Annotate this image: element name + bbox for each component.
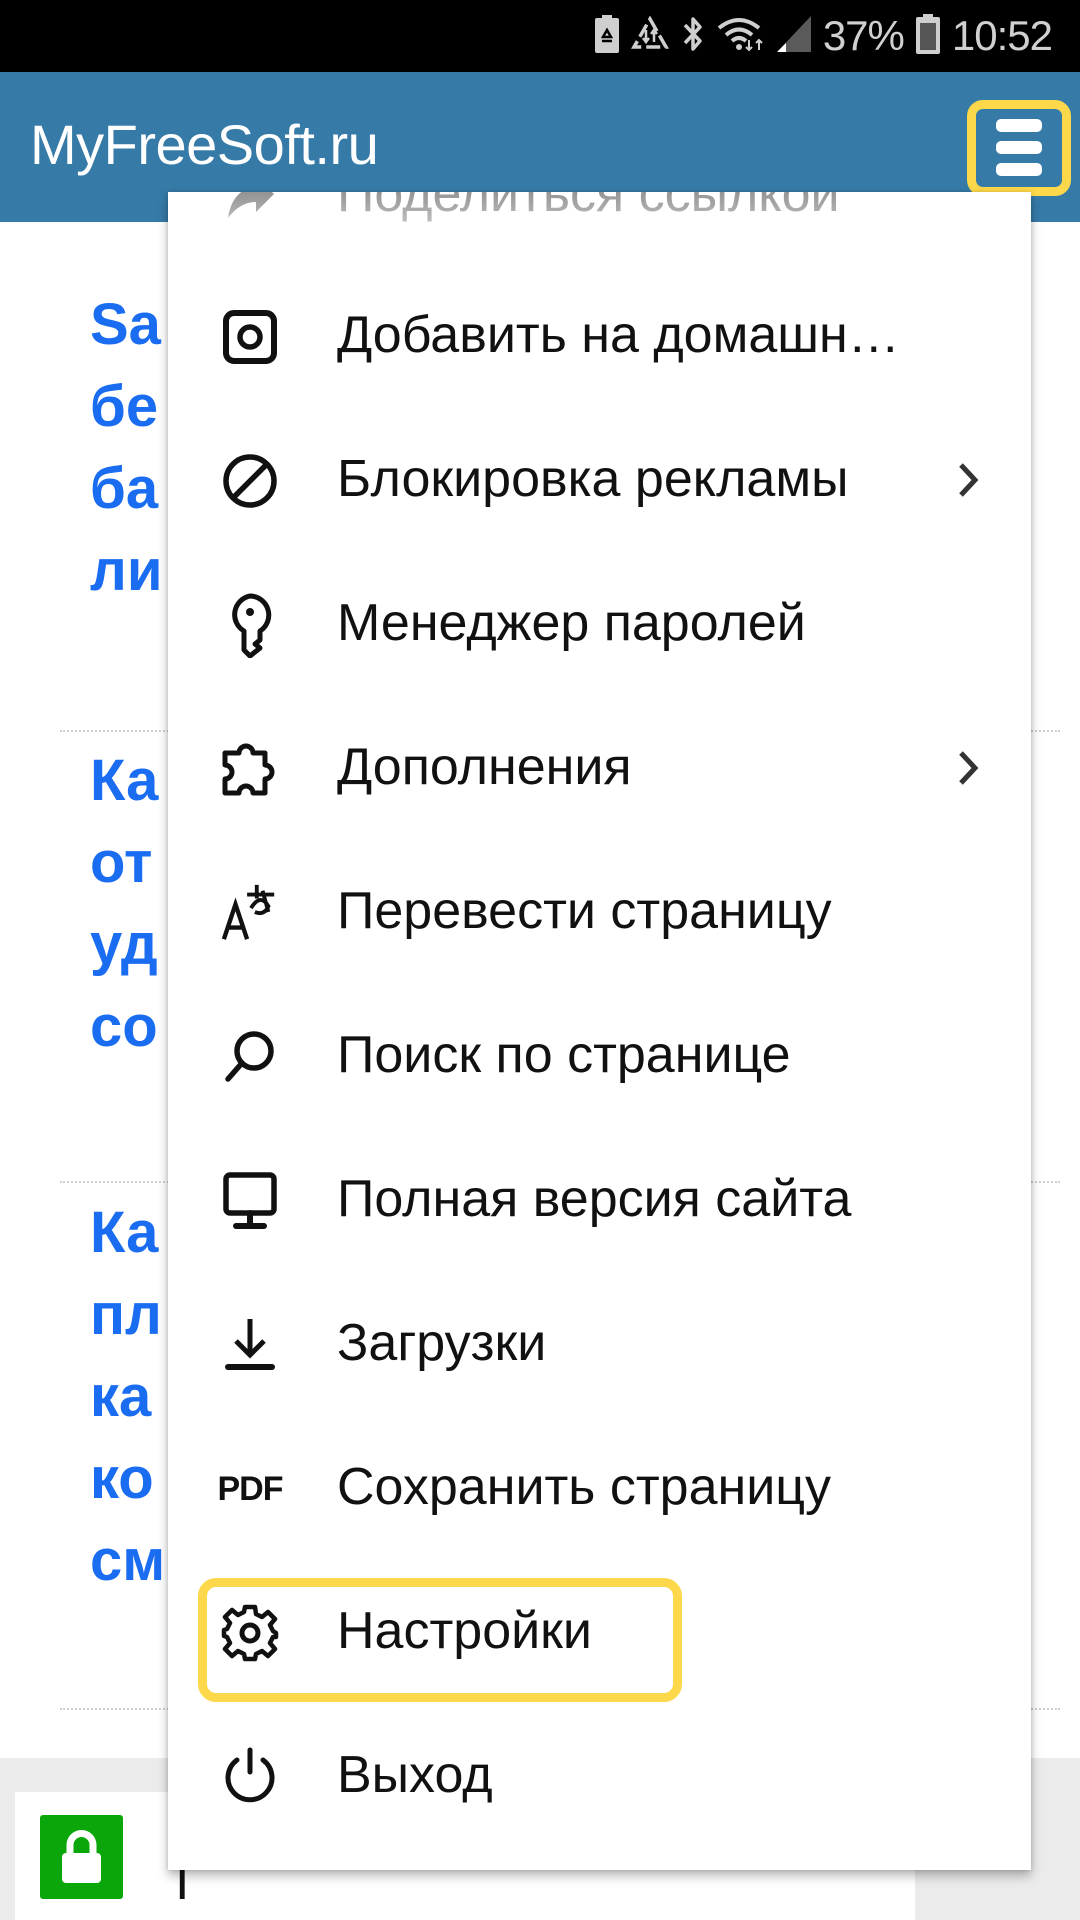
article-link[interactable]: Sa бе ба ли: [90, 284, 163, 612]
chevron-right-icon: [959, 463, 979, 497]
key-icon: [220, 593, 280, 658]
battery-icon: [915, 13, 940, 59]
browser-menu-button[interactable]: [967, 100, 1071, 196]
clock: 10:52: [951, 12, 1053, 59]
search-icon: [220, 1027, 280, 1087]
menu-item-ad-block[interactable]: Блокировка рекламы: [168, 409, 1031, 553]
translate-icon: [220, 883, 280, 943]
menu-item-exit[interactable]: Выход: [168, 1705, 1031, 1849]
browser-menu: Поделиться ссылкой Добавить на домашн… Б…: [168, 192, 1031, 1870]
block-icon: [220, 451, 280, 511]
puzzle-icon: [220, 739, 280, 799]
battery-saver-icon: [594, 14, 619, 58]
bluetooth-icon: [681, 14, 705, 59]
menu-item-downloads[interactable]: Загрузки: [168, 1273, 1031, 1417]
article-link[interactable]: Ка от уд со: [90, 740, 158, 1068]
menu-item-add-to-home[interactable]: Добавить на домашн…: [168, 265, 1031, 409]
wifi-icon: [717, 16, 765, 57]
menu-item-find-in-page[interactable]: Поиск по странице: [168, 985, 1031, 1129]
lock-icon: [62, 1830, 101, 1883]
status-bar: 37% 10:52: [0, 0, 1080, 72]
menu-item-desktop-version[interactable]: Полная версия сайта: [168, 1129, 1031, 1273]
desktop-icon: [220, 1171, 280, 1231]
menu-item-password-manager[interactable]: Менеджер паролей: [168, 553, 1031, 697]
battery-percent: 37%: [822, 12, 905, 59]
menu-item-translate-page[interactable]: Перевести страницу: [168, 841, 1031, 985]
article-link[interactable]: Ка пл ка ко см: [90, 1192, 165, 1602]
chevron-right-icon: [959, 751, 979, 785]
menu-item-save-page[interactable]: PDF Сохранить страницу: [168, 1417, 1031, 1561]
power-icon: [220, 1747, 280, 1807]
menu-item-share-link[interactable]: Поделиться ссылкой: [168, 192, 1031, 268]
data-saver-icon: [630, 14, 669, 57]
menu-item-extensions[interactable]: Дополнения: [168, 697, 1031, 841]
pdf-icon: PDF: [217, 1469, 284, 1508]
secure-lock-badge[interactable]: [40, 1815, 123, 1899]
share-icon: [220, 192, 280, 226]
site-title[interactable]: MyFreeSoft.ru: [30, 112, 379, 177]
menu-item-settings[interactable]: Настройки: [168, 1561, 1031, 1705]
signal-icon: [776, 15, 811, 57]
gear-icon: [220, 1603, 280, 1663]
status-icons: 37% 10:52: [594, 10, 1053, 62]
download-icon: [220, 1315, 280, 1375]
add-to-home-icon: [220, 307, 280, 367]
